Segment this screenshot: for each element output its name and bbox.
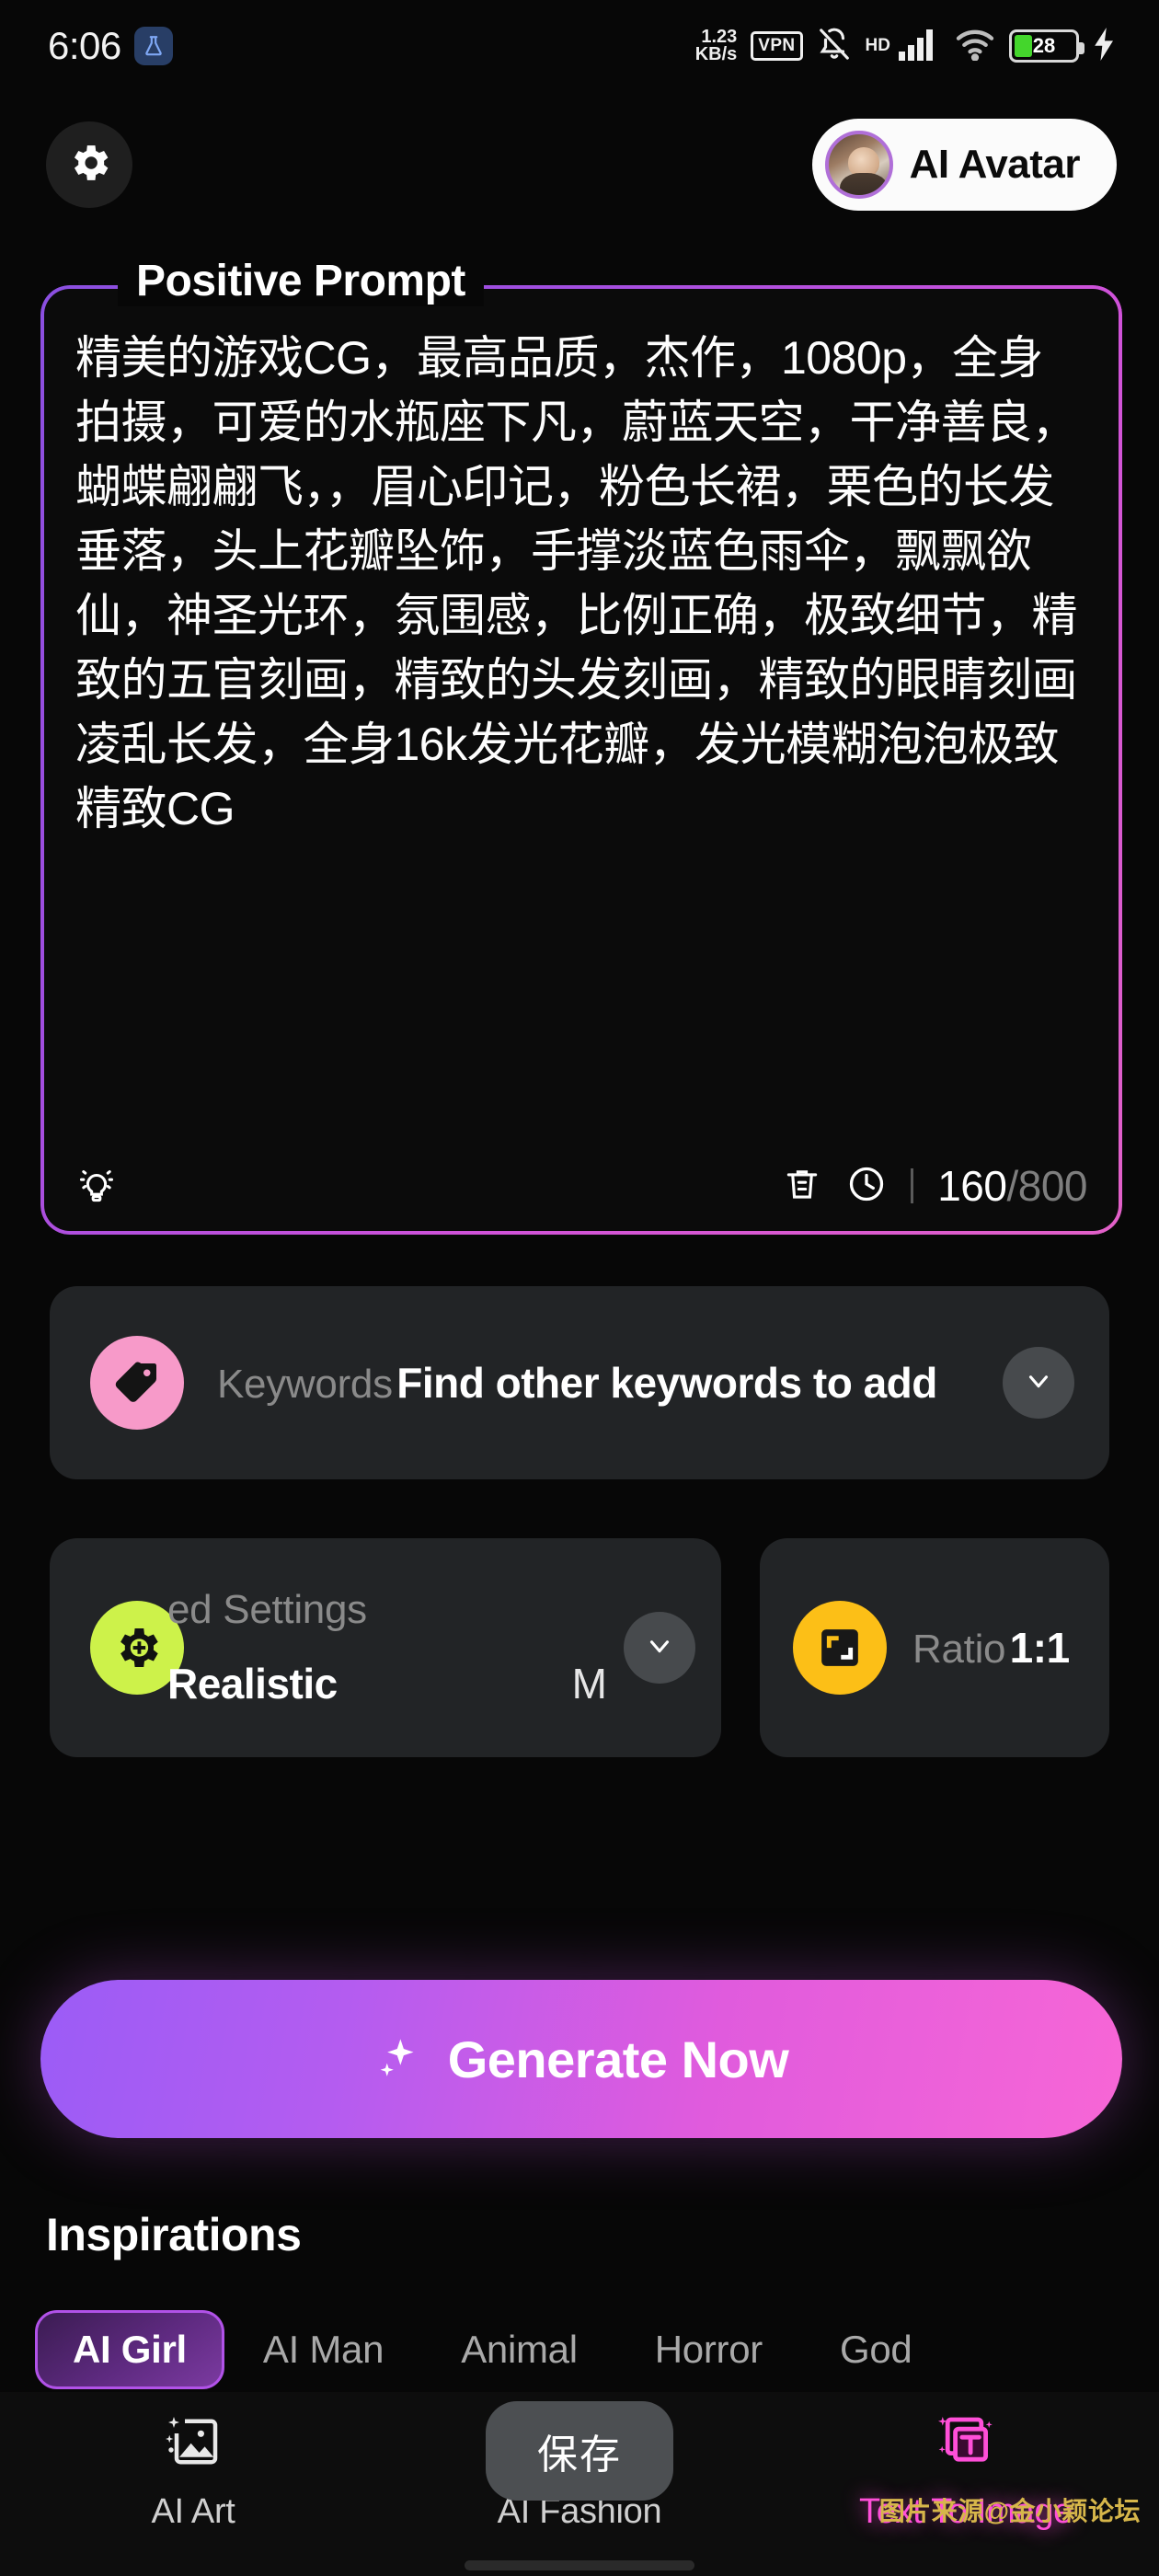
tab-animal[interactable]: Animal (422, 2328, 616, 2372)
chevron-down-icon (644, 1630, 675, 1666)
inspirations-title: Inspirations (46, 2209, 302, 2260)
generate-now-button[interactable]: Generate Now (40, 1980, 1122, 2138)
settings-button[interactable] (46, 121, 132, 208)
app-screen: 6:06 1.23 KB/s VPN HD 28 AI Avatar Posit… (0, 0, 1159, 2576)
keywords-texts: Keywords Find other keywords to add (217, 1358, 970, 1408)
advanced-settings-card[interactable]: ed Settings Realistic M (50, 1538, 721, 1757)
crop-ratio-icon (793, 1601, 887, 1695)
gear-icon (65, 139, 113, 191)
prompt-toolbar: 160/800 (75, 1161, 1087, 1211)
sparkle-icon (374, 2034, 420, 2085)
network-speed-unit: KB/s (694, 44, 738, 64)
prompt-input-box[interactable]: Positive Prompt 精美的游戏CG，最高品质，杰作，1080p，全身… (40, 256, 1122, 1235)
app-header: AI Avatar (0, 109, 1159, 221)
positive-prompt-section: Positive Prompt 精美的游戏CG，最高品质，杰作，1080p，全身… (40, 256, 1122, 1235)
avatar (824, 131, 893, 199)
ratio-label: Ratio (912, 1627, 1006, 1672)
status-time: 6:06 (48, 24, 121, 67)
settings-value-tail: M (571, 1660, 607, 1708)
bell-muted-icon (817, 27, 852, 66)
status-bar: 6:06 1.23 KB/s VPN HD 28 (0, 0, 1159, 92)
settings-value-row: Realistic M (167, 1659, 607, 1708)
save-toast: 保存 (486, 2401, 673, 2501)
nav-item-ai-art[interactable]: AI Art (55, 2409, 331, 2532)
battery-percent: 28 (1032, 34, 1056, 57)
status-bar-right: 1.23 KB/s VPN HD 28 (695, 27, 1117, 66)
ratio-texts: Ratio 1:1 (912, 1623, 1084, 1673)
ai-avatar-button[interactable]: AI Avatar (811, 119, 1117, 211)
tag-icon (90, 1336, 184, 1430)
vpn-badge: VPN (751, 31, 803, 61)
image-sparkle-icon (160, 2409, 226, 2479)
ratio-card[interactable]: Ratio 1:1 (760, 1538, 1109, 1757)
wifi-icon (955, 28, 995, 65)
ai-avatar-label: AI Avatar (909, 142, 1081, 187)
keywords-value: Find other keywords to add (396, 1359, 937, 1407)
chevron-down-icon (1023, 1365, 1054, 1401)
tab-horror[interactable]: Horror (616, 2328, 801, 2372)
cellular-signal-icon (899, 28, 941, 65)
ratio-value: 1:1 (1009, 1624, 1070, 1672)
char-counter: 160/800 (937, 1161, 1087, 1211)
text-to-image-icon (933, 2409, 999, 2479)
bottom-navigation: AI Art AI Fashion Text To Image 保存 图片来源@… (0, 2392, 1159, 2576)
status-bar-left: 6:06 (48, 24, 173, 68)
trash-icon[interactable] (782, 1164, 822, 1209)
tab-god[interactable]: God (801, 2328, 951, 2372)
inspirations-tabs: AI Girl AI Man Animal Horror God (35, 2305, 1159, 2395)
settings-label: ed Settings (167, 1587, 367, 1632)
toolbar-divider (911, 1168, 914, 1203)
keywords-label: Keywords (217, 1362, 393, 1407)
char-count-max: /800 (1006, 1162, 1087, 1210)
lightbulb-icon[interactable] (75, 1163, 118, 1210)
network-speed: 1.23 KB/s (694, 28, 738, 64)
clock-icon[interactable] (846, 1164, 887, 1209)
char-count-current: 160 (937, 1162, 1007, 1210)
keywords-expand-button[interactable] (1003, 1347, 1074, 1419)
home-indicator[interactable] (465, 2560, 694, 2570)
hd-label: HD (865, 36, 890, 55)
flask-icon (133, 27, 173, 65)
settings-value: Realistic (167, 1660, 338, 1708)
battery-indicator: 28 (1009, 29, 1084, 63)
keywords-card[interactable]: Keywords Find other keywords to add (50, 1286, 1109, 1479)
prompt-toolbar-right: 160/800 (782, 1161, 1087, 1211)
prompt-text[interactable]: 精美的游戏CG，最高品质，杰作，1080p，全身拍摄，可爱的水瓶座下凡，蔚蓝天空… (75, 326, 1087, 841)
charging-bolt-icon (1093, 27, 1117, 65)
watermark: 图片来源@金小颖论坛 (878, 2497, 1141, 2525)
settings-expand-button[interactable] (624, 1612, 695, 1684)
generate-label: Generate Now (447, 2030, 789, 2088)
settings-texts: ed Settings Realistic M (167, 1587, 607, 1708)
prompt-title: Positive Prompt (118, 256, 484, 306)
nav-label-ai-art: AI Art (151, 2492, 235, 2531)
tab-ai-man[interactable]: AI Man (224, 2328, 422, 2372)
tab-ai-girl[interactable]: AI Girl (35, 2310, 224, 2389)
